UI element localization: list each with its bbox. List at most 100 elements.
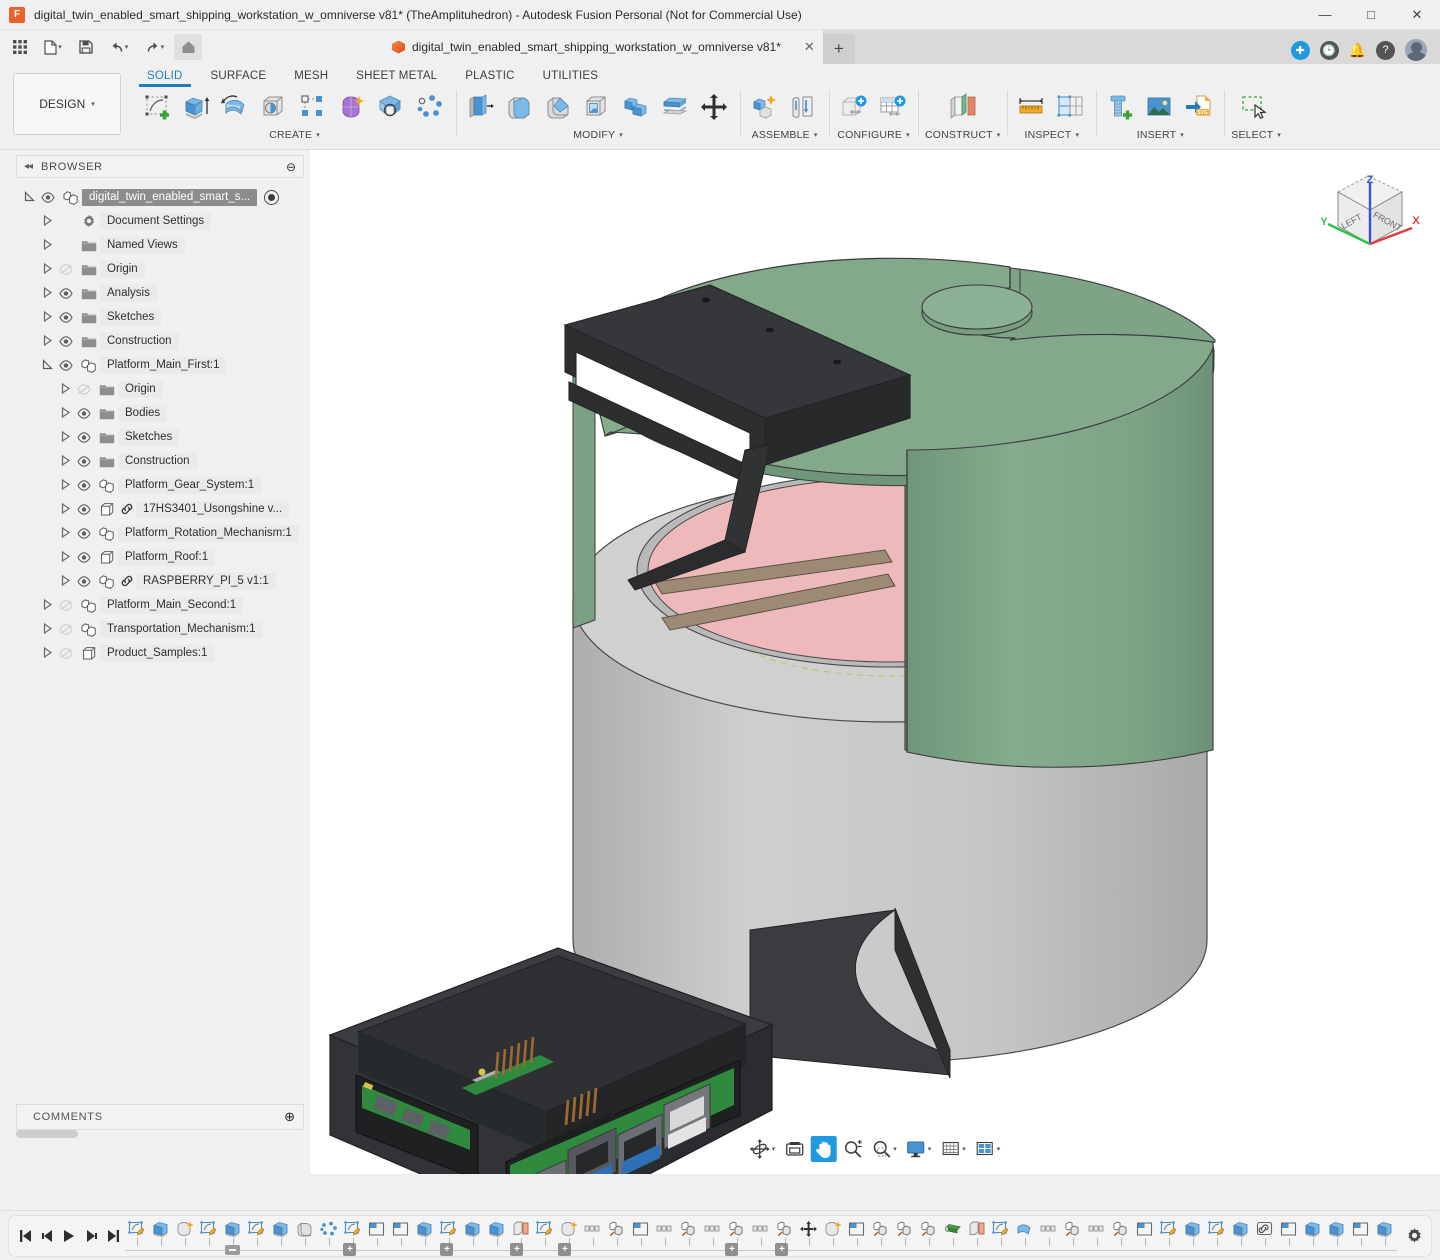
loft-icon[interactable]	[374, 89, 410, 127]
minimize-button[interactable]: —	[1302, 0, 1348, 30]
tree-node[interactable]: Origin	[0, 377, 310, 401]
tree-node[interactable]: Platform_Rotation_Mechanism:1	[0, 521, 310, 545]
expand-arrow-closed-icon[interactable]	[58, 407, 72, 420]
timeline-feature[interactable]	[605, 1218, 629, 1252]
timeline-feature[interactable]	[389, 1218, 413, 1252]
timeline-feature[interactable]	[581, 1218, 605, 1252]
tree-node[interactable]: Document Settings	[0, 209, 310, 233]
insert-mcmaster-icon[interactable]	[1103, 89, 1139, 127]
minimize-panel-icon[interactable]: ⊖	[286, 160, 296, 174]
press-pull-icon[interactable]	[463, 89, 499, 127]
tree-node[interactable]: Product_Samples:1	[0, 641, 310, 665]
timeline-feature[interactable]	[797, 1218, 821, 1252]
redo-icon[interactable]: ▾	[138, 34, 172, 60]
timeline-feature[interactable]	[701, 1218, 725, 1252]
activate-component-radio[interactable]	[264, 190, 279, 205]
tree-node[interactable]: Analysis	[0, 281, 310, 305]
timeline-feature[interactable]	[1277, 1218, 1301, 1252]
go-to-beginning-icon[interactable]	[17, 1223, 35, 1249]
timeline-feature[interactable]	[149, 1218, 173, 1252]
shell-icon[interactable]	[580, 89, 616, 127]
expand-arrow-open-icon[interactable]	[40, 359, 54, 372]
visibility-off-icon[interactable]	[54, 624, 78, 635]
expand-arrow-open-icon[interactable]	[22, 191, 36, 204]
home-icon[interactable]	[174, 34, 202, 60]
zoom-icon[interactable]	[839, 1136, 865, 1162]
expand-arrow-closed-icon[interactable]	[58, 503, 72, 516]
tree-node[interactable]: RASPBERRY_PI_5 v1:1	[0, 569, 310, 593]
tab-sheet-metal[interactable]: SHEET METAL	[342, 68, 451, 86]
timeline-feature[interactable]	[1301, 1218, 1325, 1252]
chamfer-icon[interactable]	[541, 89, 577, 127]
timeline-feature[interactable]	[989, 1218, 1013, 1252]
visibility-on-icon[interactable]	[72, 552, 96, 563]
timeline-feature[interactable]	[845, 1218, 869, 1252]
expand-arrow-closed-icon[interactable]	[58, 431, 72, 444]
expand-arrow-closed-icon[interactable]	[40, 647, 54, 660]
tree-node[interactable]: Sketches	[0, 305, 310, 329]
expand-arrow-closed-icon[interactable]	[58, 551, 72, 564]
combine-icon[interactable]	[619, 89, 655, 127]
timeline-feature[interactable]	[317, 1218, 341, 1252]
expand-arrow-closed-icon[interactable]	[40, 335, 54, 348]
timeline-feature[interactable]	[245, 1218, 269, 1252]
create-form-icon[interactable]	[335, 89, 371, 127]
timeline-feature[interactable]	[1157, 1218, 1181, 1252]
recent-documents-icon[interactable]: 🕑	[1320, 41, 1339, 60]
zoom-window-icon[interactable]: ▾	[868, 1136, 900, 1162]
account-avatar[interactable]	[1405, 39, 1427, 61]
joint-icon[interactable]	[786, 89, 822, 127]
timeline-group-expand[interactable]: +	[343, 1243, 356, 1256]
timeline-feature[interactable]	[1061, 1218, 1085, 1252]
pattern-circular-icon[interactable]	[413, 89, 449, 127]
create-sketch-icon[interactable]	[140, 89, 176, 127]
timeline-feature[interactable]	[173, 1218, 197, 1252]
new-component-icon[interactable]	[747, 89, 783, 127]
look-at-icon[interactable]	[781, 1136, 807, 1162]
tree-node[interactable]: Platform_Main_First:1	[0, 353, 310, 377]
measure-icon[interactable]	[1014, 89, 1050, 127]
revolve-icon[interactable]	[218, 89, 254, 127]
tree-node[interactable]: Named Views	[0, 233, 310, 257]
expand-arrow-closed-icon[interactable]	[40, 287, 54, 300]
tree-node[interactable]: Platform_Main_Second:1	[0, 593, 310, 617]
tree-node[interactable]: Platform_Gear_System:1	[0, 473, 310, 497]
tab-plastic[interactable]: PLASTIC	[451, 68, 528, 86]
workspace-switcher[interactable]: DESIGN ▾	[13, 73, 121, 135]
visibility-on-icon[interactable]	[72, 408, 96, 419]
visibility-on-icon[interactable]	[54, 312, 78, 323]
offset-face-icon[interactable]	[658, 89, 694, 127]
timeline-group-expand[interactable]: +	[440, 1243, 453, 1256]
hole-icon[interactable]	[257, 89, 293, 127]
step-forward-icon[interactable]	[82, 1223, 100, 1249]
visibility-on-icon[interactable]	[54, 288, 78, 299]
tab-utilities[interactable]: UTILITIES	[529, 68, 612, 86]
expand-arrow-closed-icon[interactable]	[58, 527, 72, 540]
expand-arrow-closed-icon[interactable]	[40, 623, 54, 636]
new-document-icon[interactable]: ▾	[36, 34, 70, 60]
tree-node[interactable]: Construction	[0, 329, 310, 353]
timeline-feature[interactable]	[461, 1218, 485, 1252]
step-back-icon[interactable]	[39, 1223, 57, 1249]
visibility-on-icon[interactable]	[36, 192, 60, 203]
offset-plane-icon[interactable]	[945, 89, 981, 127]
go-to-end-icon[interactable]	[104, 1223, 122, 1249]
fillet-icon[interactable]	[502, 89, 538, 127]
tab-solid[interactable]: SOLID	[133, 68, 197, 86]
timeline-feature[interactable]	[269, 1218, 293, 1252]
timeline-group-expand[interactable]: +	[775, 1243, 788, 1256]
timeline-feature[interactable]	[485, 1218, 509, 1252]
visibility-on-icon[interactable]	[72, 576, 96, 587]
timeline-feature[interactable]	[1205, 1218, 1229, 1252]
timeline-feature[interactable]	[749, 1218, 773, 1252]
viewports-icon[interactable]: ▾	[972, 1136, 1004, 1162]
expand-arrow-closed-icon[interactable]	[40, 263, 54, 276]
timeline-feature[interactable]	[1253, 1218, 1277, 1252]
timeline-feature[interactable]	[197, 1218, 221, 1252]
configure-design-icon[interactable]	[836, 89, 872, 127]
expand-arrow-closed-icon[interactable]	[58, 575, 72, 588]
visibility-on-icon[interactable]	[72, 528, 96, 539]
tree-node[interactable]: Construction	[0, 449, 310, 473]
insert-svg-icon[interactable]: SVG	[1181, 89, 1217, 127]
timeline-feature[interactable]	[533, 1218, 557, 1252]
